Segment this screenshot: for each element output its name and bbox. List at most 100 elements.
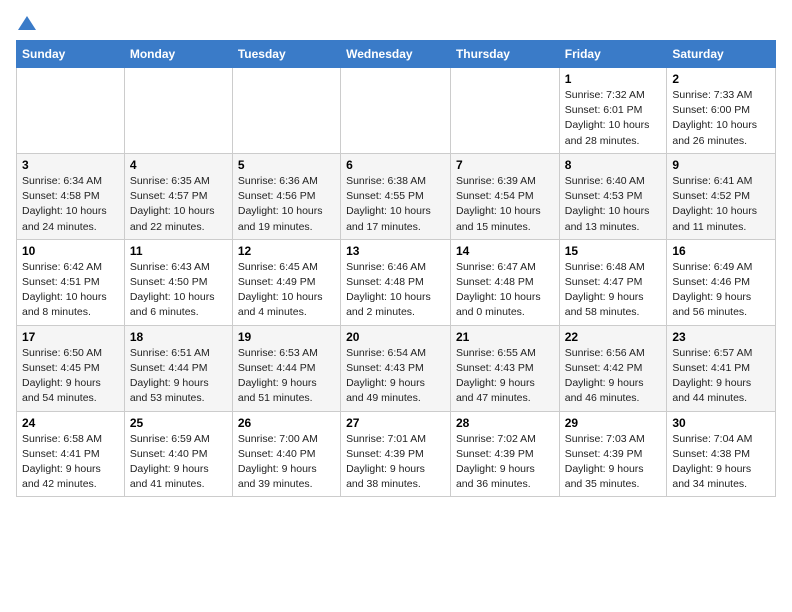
calendar-header-row: SundayMondayTuesdayWednesdayThursdayFrid… — [17, 41, 776, 68]
calendar-cell: 20 Sunrise: 6:54 AM Sunset: 4:43 PM Dayli… — [341, 325, 451, 411]
calendar-cell: 25 Sunrise: 6:59 AM Sunset: 4:40 PM Dayli… — [124, 411, 232, 497]
calendar-cell: 29Sunrise: 7:03 AM Sunset: 4:39 PM Dayli… — [559, 411, 667, 497]
day-number: 4 — [130, 158, 227, 172]
day-number: 26 — [238, 416, 335, 430]
calendar-cell — [341, 68, 451, 154]
calendar-cell: 28 Sunrise: 7:02 AM Sunset: 4:39 PM Dayli… — [450, 411, 559, 497]
calendar-cell: 12 Sunrise: 6:45 AM Sunset: 4:49 PM Dayli… — [232, 239, 340, 325]
day-number: 9 — [672, 158, 770, 172]
day-info: Sunrise: 6:45 AM Sunset: 4:49 PM Dayligh… — [238, 260, 335, 321]
day-number: 5 — [238, 158, 335, 172]
day-info: Sunrise: 7:32 AM Sunset: 6:01 PM Dayligh… — [565, 88, 662, 149]
calendar-cell: 26 Sunrise: 7:00 AM Sunset: 4:40 PM Dayli… — [232, 411, 340, 497]
day-info: Sunrise: 6:56 AM Sunset: 4:42 PM Dayligh… — [565, 346, 662, 407]
day-number: 19 — [238, 330, 335, 344]
calendar-cell: 5 Sunrise: 6:36 AM Sunset: 4:56 PM Daylig… — [232, 153, 340, 239]
day-number: 6 — [346, 158, 445, 172]
day-info: Sunrise: 6:38 AM Sunset: 4:55 PM Dayligh… — [346, 174, 445, 235]
logo-triangle-icon — [18, 16, 36, 30]
logo — [16, 16, 36, 30]
day-number: 12 — [238, 244, 335, 258]
day-info: Sunrise: 6:51 AM Sunset: 4:44 PM Dayligh… — [130, 346, 227, 407]
day-number: 28 — [456, 416, 554, 430]
day-number: 7 — [456, 158, 554, 172]
day-info: Sunrise: 6:50 AM Sunset: 4:45 PM Dayligh… — [22, 346, 119, 407]
calendar-cell: 22 Sunrise: 6:56 AM Sunset: 4:42 PM Dayli… — [559, 325, 667, 411]
weekday-header-tuesday: Tuesday — [232, 41, 340, 68]
weekday-header-thursday: Thursday — [450, 41, 559, 68]
calendar-cell: 14 Sunrise: 6:47 AM Sunset: 4:48 PM Dayli… — [450, 239, 559, 325]
day-number: 25 — [130, 416, 227, 430]
calendar-cell: 4 Sunrise: 6:35 AM Sunset: 4:57 PM Daylig… — [124, 153, 232, 239]
calendar-cell: 16Sunrise: 6:49 AM Sunset: 4:46 PM Dayli… — [667, 239, 776, 325]
day-info: Sunrise: 6:59 AM Sunset: 4:40 PM Dayligh… — [130, 432, 227, 493]
day-info: Sunrise: 6:53 AM Sunset: 4:44 PM Dayligh… — [238, 346, 335, 407]
day-number: 3 — [22, 158, 119, 172]
day-info: Sunrise: 6:39 AM Sunset: 4:54 PM Dayligh… — [456, 174, 554, 235]
day-number: 18 — [130, 330, 227, 344]
day-info: Sunrise: 6:46 AM Sunset: 4:48 PM Dayligh… — [346, 260, 445, 321]
calendar-cell: 8 Sunrise: 6:40 AM Sunset: 4:53 PM Daylig… — [559, 153, 667, 239]
day-info: Sunrise: 6:35 AM Sunset: 4:57 PM Dayligh… — [130, 174, 227, 235]
day-number: 14 — [456, 244, 554, 258]
day-info: Sunrise: 6:48 AM Sunset: 4:47 PM Dayligh… — [565, 260, 662, 321]
day-info: Sunrise: 6:41 AM Sunset: 4:52 PM Dayligh… — [672, 174, 770, 235]
calendar-cell: 17 Sunrise: 6:50 AM Sunset: 4:45 PM Dayli… — [17, 325, 125, 411]
day-number: 2 — [672, 72, 770, 86]
calendar-cell: 30 Sunrise: 7:04 AM Sunset: 4:38 PM Dayli… — [667, 411, 776, 497]
day-info: Sunrise: 7:01 AM Sunset: 4:39 PM Dayligh… — [346, 432, 445, 493]
calendar-cell: 24Sunrise: 6:58 AM Sunset: 4:41 PM Dayli… — [17, 411, 125, 497]
calendar-week-row: 10 Sunrise: 6:42 AM Sunset: 4:51 PM Dayli… — [17, 239, 776, 325]
day-number: 11 — [130, 244, 227, 258]
day-number: 21 — [456, 330, 554, 344]
day-number: 10 — [22, 244, 119, 258]
day-number: 29 — [565, 416, 662, 430]
day-info: Sunrise: 7:02 AM Sunset: 4:39 PM Dayligh… — [456, 432, 554, 493]
calendar-week-row: 24Sunrise: 6:58 AM Sunset: 4:41 PM Dayli… — [17, 411, 776, 497]
day-number: 30 — [672, 416, 770, 430]
page-header — [16, 16, 776, 30]
calendar-cell: 10 Sunrise: 6:42 AM Sunset: 4:51 PM Dayli… — [17, 239, 125, 325]
day-number: 23 — [672, 330, 770, 344]
weekday-header-saturday: Saturday — [667, 41, 776, 68]
calendar-cell: 1Sunrise: 7:32 AM Sunset: 6:01 PM Daylig… — [559, 68, 667, 154]
day-number: 22 — [565, 330, 662, 344]
calendar-cell: 9 Sunrise: 6:41 AM Sunset: 4:52 PM Daylig… — [667, 153, 776, 239]
weekday-header-monday: Monday — [124, 41, 232, 68]
day-info: Sunrise: 6:34 AM Sunset: 4:58 PM Dayligh… — [22, 174, 119, 235]
weekday-header-friday: Friday — [559, 41, 667, 68]
day-info: Sunrise: 7:33 AM Sunset: 6:00 PM Dayligh… — [672, 88, 770, 149]
calendar-cell: 2 Sunrise: 7:33 AM Sunset: 6:00 PM Daylig… — [667, 68, 776, 154]
day-number: 20 — [346, 330, 445, 344]
calendar-cell: 13 Sunrise: 6:46 AM Sunset: 4:48 PM Dayli… — [341, 239, 451, 325]
day-info: Sunrise: 7:04 AM Sunset: 4:38 PM Dayligh… — [672, 432, 770, 493]
calendar-cell: 11 Sunrise: 6:43 AM Sunset: 4:50 PM Dayli… — [124, 239, 232, 325]
day-info: Sunrise: 6:57 AM Sunset: 4:41 PM Dayligh… — [672, 346, 770, 407]
calendar-cell: 3 Sunrise: 6:34 AM Sunset: 4:58 PM Daylig… — [17, 153, 125, 239]
calendar-cell — [17, 68, 125, 154]
weekday-header-wednesday: Wednesday — [341, 41, 451, 68]
day-info: Sunrise: 6:43 AM Sunset: 4:50 PM Dayligh… — [130, 260, 227, 321]
day-number: 8 — [565, 158, 662, 172]
day-info: Sunrise: 6:42 AM Sunset: 4:51 PM Dayligh… — [22, 260, 119, 321]
day-number: 24 — [22, 416, 119, 430]
day-number: 13 — [346, 244, 445, 258]
calendar-week-row: 17 Sunrise: 6:50 AM Sunset: 4:45 PM Dayli… — [17, 325, 776, 411]
day-number: 17 — [22, 330, 119, 344]
calendar-cell: 27Sunrise: 7:01 AM Sunset: 4:39 PM Dayli… — [341, 411, 451, 497]
calendar-table: SundayMondayTuesdayWednesdayThursdayFrid… — [16, 40, 776, 497]
day-info: Sunrise: 6:47 AM Sunset: 4:48 PM Dayligh… — [456, 260, 554, 321]
day-info: Sunrise: 7:00 AM Sunset: 4:40 PM Dayligh… — [238, 432, 335, 493]
calendar-cell — [450, 68, 559, 154]
day-info: Sunrise: 6:40 AM Sunset: 4:53 PM Dayligh… — [565, 174, 662, 235]
day-number: 16 — [672, 244, 770, 258]
calendar-cell — [232, 68, 340, 154]
day-info: Sunrise: 6:36 AM Sunset: 4:56 PM Dayligh… — [238, 174, 335, 235]
calendar-cell: 21Sunrise: 6:55 AM Sunset: 4:43 PM Dayli… — [450, 325, 559, 411]
calendar-cell: 19 Sunrise: 6:53 AM Sunset: 4:44 PM Dayli… — [232, 325, 340, 411]
calendar-cell: 18 Sunrise: 6:51 AM Sunset: 4:44 PM Dayli… — [124, 325, 232, 411]
calendar-cell: 23 Sunrise: 6:57 AM Sunset: 4:41 PM Dayli… — [667, 325, 776, 411]
calendar-week-row: 1Sunrise: 7:32 AM Sunset: 6:01 PM Daylig… — [17, 68, 776, 154]
calendar-week-row: 3 Sunrise: 6:34 AM Sunset: 4:58 PM Daylig… — [17, 153, 776, 239]
day-info: Sunrise: 6:54 AM Sunset: 4:43 PM Dayligh… — [346, 346, 445, 407]
